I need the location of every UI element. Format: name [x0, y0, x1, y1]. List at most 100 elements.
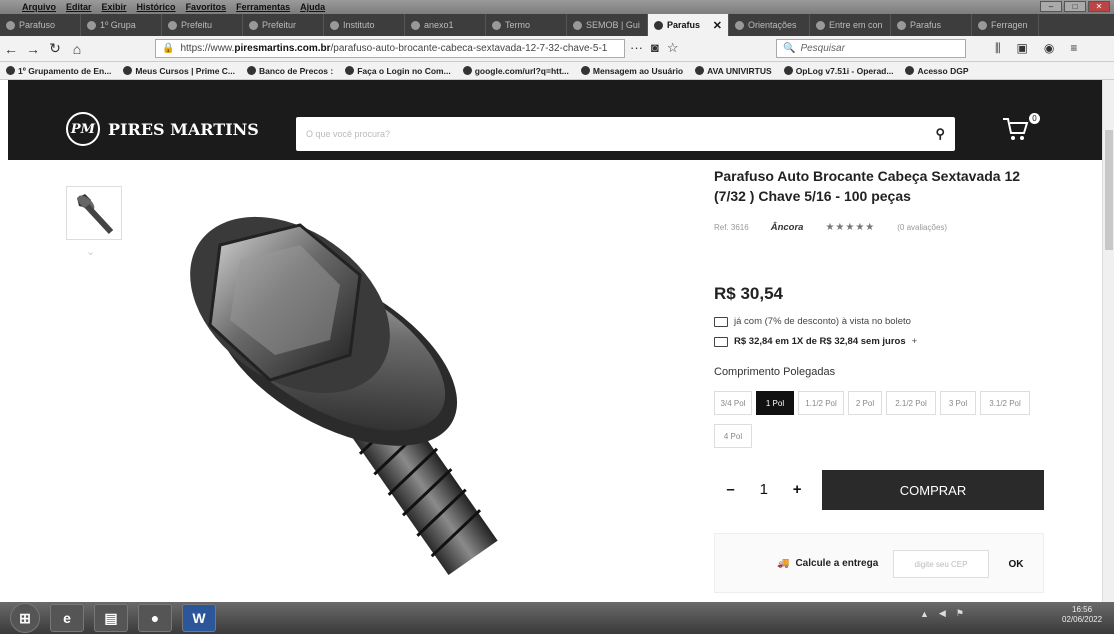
home-icon[interactable]: ⌂ [66, 41, 88, 57]
bookmark-item[interactable]: 1º Grupamento de En... [6, 66, 111, 76]
option-1-1-2-pol[interactable]: 1.1/2 Pol [798, 391, 844, 415]
tab[interactable]: Parafus [891, 14, 972, 36]
cart-count-badge: 0 [1029, 113, 1040, 124]
volume-icon[interactable]: ◀ [939, 608, 946, 619]
tab[interactable]: Orientações [729, 14, 810, 36]
installment-text: R$ 32,84 em 1X de R$ 32,84 sem juros [734, 336, 906, 347]
menu-item-exibir[interactable]: Exibir [102, 2, 127, 12]
window-controls: – □ ✕ [1040, 1, 1110, 12]
option-4-pol[interactable]: 4 Pol [714, 424, 752, 448]
flag-icon[interactable]: ⚑ [956, 608, 964, 619]
clock-time: 16:56 [1072, 605, 1093, 614]
chevron-down-icon[interactable]: ⌄ [86, 245, 95, 258]
reload-icon[interactable]: ↻ [44, 40, 66, 57]
bookmark-item[interactable]: Acesso DGP [905, 66, 969, 76]
tab[interactable]: 1º Grupa [81, 14, 162, 36]
cep-input[interactable]: digite seu CEP [893, 550, 989, 578]
library-icon[interactable]: ⫼ [995, 41, 1001, 56]
url-bar[interactable]: 🔒 https://www. piresmartins.com.br/parafu… [155, 39, 625, 58]
internet-explorer-icon[interactable]: e [50, 604, 84, 632]
favicon-icon [816, 20, 825, 30]
minimize-icon[interactable]: – [1040, 1, 1062, 12]
tab[interactable]: Instituto [324, 14, 405, 36]
tab-label: Prefeitu [181, 20, 213, 30]
option-3-pol[interactable]: 3 Pol [940, 391, 976, 415]
product-price: R$ 30,54 [714, 284, 783, 303]
quantity-value[interactable]: 1 [760, 481, 768, 498]
tab[interactable]: Parafuso [0, 14, 81, 36]
tab[interactable]: Termo [486, 14, 567, 36]
forward-icon[interactable]: → [22, 41, 44, 57]
option-3-1-2-pol[interactable]: 3.1/2 Pol [980, 391, 1030, 415]
tab-label: SEMOB | Gui [586, 20, 640, 30]
increment-button[interactable]: + [793, 481, 802, 498]
scrollbar-thumb[interactable] [1105, 130, 1113, 250]
installment-line[interactable]: R$ 32,84 em 1X de R$ 32,84 sem juros + [714, 336, 917, 347]
hamburger-menu-icon[interactable]: ≡ [1070, 41, 1077, 56]
bookmark-item[interactable]: OpLog v7.51i - Operad... [783, 65, 894, 76]
menu-item-historico[interactable]: Histórico [137, 2, 176, 12]
file-explorer-icon[interactable]: ▤ [94, 604, 128, 632]
menu-item-ajuda[interactable]: Ajuda [300, 2, 325, 12]
bookmark-icon [345, 66, 355, 75]
brand-name: PIRES MARTINS [108, 119, 259, 139]
tab[interactable]: Entre em con [810, 14, 891, 36]
more-icon[interactable]: ··· [630, 40, 643, 56]
tab-label: Prefeitur [262, 20, 297, 30]
browser-search-input[interactable]: 🔍 Pesquisar [776, 39, 966, 58]
bookmark-item[interactable]: google.com/url?q=htt... [462, 66, 569, 76]
barcode-icon [714, 316, 728, 327]
network-icon[interactable]: ▲ [920, 609, 929, 619]
cart-icon[interactable]: 0 [1001, 113, 1040, 145]
close-icon[interactable]: ✕ [1088, 1, 1110, 12]
option-3-4-pol[interactable]: 3/4 Pol [714, 391, 752, 415]
bookmark-star-icon[interactable]: ☆ [667, 40, 679, 56]
product-brand[interactable]: Âncora [771, 222, 804, 233]
decrement-button[interactable]: – [726, 481, 734, 498]
firefox-icon[interactable]: ● [138, 604, 172, 632]
tab[interactable]: Prefeitur [243, 14, 324, 36]
system-clock[interactable]: 16:56 02/06/2022 [1062, 605, 1102, 625]
bookmark-item[interactable]: Faça o Login no Com... [345, 66, 451, 76]
product-thumbnail[interactable] [66, 186, 122, 240]
menu-item-editar[interactable]: Editar [66, 2, 92, 12]
tab[interactable]: Prefeitu [162, 14, 243, 36]
search-icon[interactable]: ⚲ [935, 126, 945, 142]
option-2-1-2-pol[interactable]: 2.1/2 Pol [886, 391, 936, 415]
start-button-icon[interactable]: ⊞ [10, 603, 40, 633]
pocket-icon[interactable]: ◙ [651, 40, 659, 56]
bookmark-label: OpLog v7.51i - Operad... [795, 65, 894, 76]
product-main-image[interactable] [160, 205, 580, 602]
tab[interactable]: anexo1 [405, 14, 486, 36]
sidebar-icon[interactable]: ▣ [1017, 41, 1028, 56]
word-icon[interactable]: W [182, 604, 216, 632]
bookmark-item[interactable]: Banco de Precos : [247, 66, 333, 76]
tab[interactable]: Ferragen [972, 14, 1039, 36]
bookmark-item[interactable]: AVA UNIVIRTUS [695, 66, 772, 76]
bookmark-icon [580, 66, 590, 75]
menu-item-arquivo[interactable]: Arquivo [22, 2, 56, 12]
account-icon[interactable]: ◉ [1044, 41, 1054, 56]
expand-icon[interactable]: + [912, 336, 918, 347]
tab[interactable]: SEMOB | Gui [567, 14, 648, 36]
bookmark-item[interactable]: Meus Cursos | Prime C... [123, 66, 235, 76]
page-scrollbar[interactable] [1102, 80, 1114, 602]
favicon-icon [168, 20, 177, 30]
discount-text: já com (7% de desconto) à vista no bolet… [734, 316, 911, 327]
site-search-input[interactable]: O que você procura? ⚲ [296, 117, 955, 151]
maximize-icon[interactable]: □ [1064, 1, 1086, 12]
bookmark-icon [462, 66, 472, 75]
review-count[interactable]: (0 avaliações) [897, 223, 947, 232]
bookmark-item[interactable]: Mensagem ao Usuário [580, 66, 683, 76]
toolbar-right: ⫼ ▣ ◉ ≡ [995, 41, 1077, 56]
option-2-pol[interactable]: 2 Pol [848, 391, 882, 415]
buy-button[interactable]: COMPRAR [822, 470, 1044, 510]
menu-item-ferramentas[interactable]: Ferramentas [236, 2, 290, 12]
menu-item-favoritos[interactable]: Favoritos [186, 2, 227, 12]
close-tab-icon[interactable]: ✕ [713, 19, 722, 32]
tab-active[interactable]: Parafus ✕ [648, 14, 729, 36]
cep-ok-button[interactable]: OK [1001, 550, 1031, 578]
option-1-pol-selected[interactable]: 1 Pol [756, 391, 794, 415]
back-icon[interactable]: ← [0, 41, 22, 57]
site-logo[interactable]: PM PIRES MARTINS [66, 112, 259, 146]
